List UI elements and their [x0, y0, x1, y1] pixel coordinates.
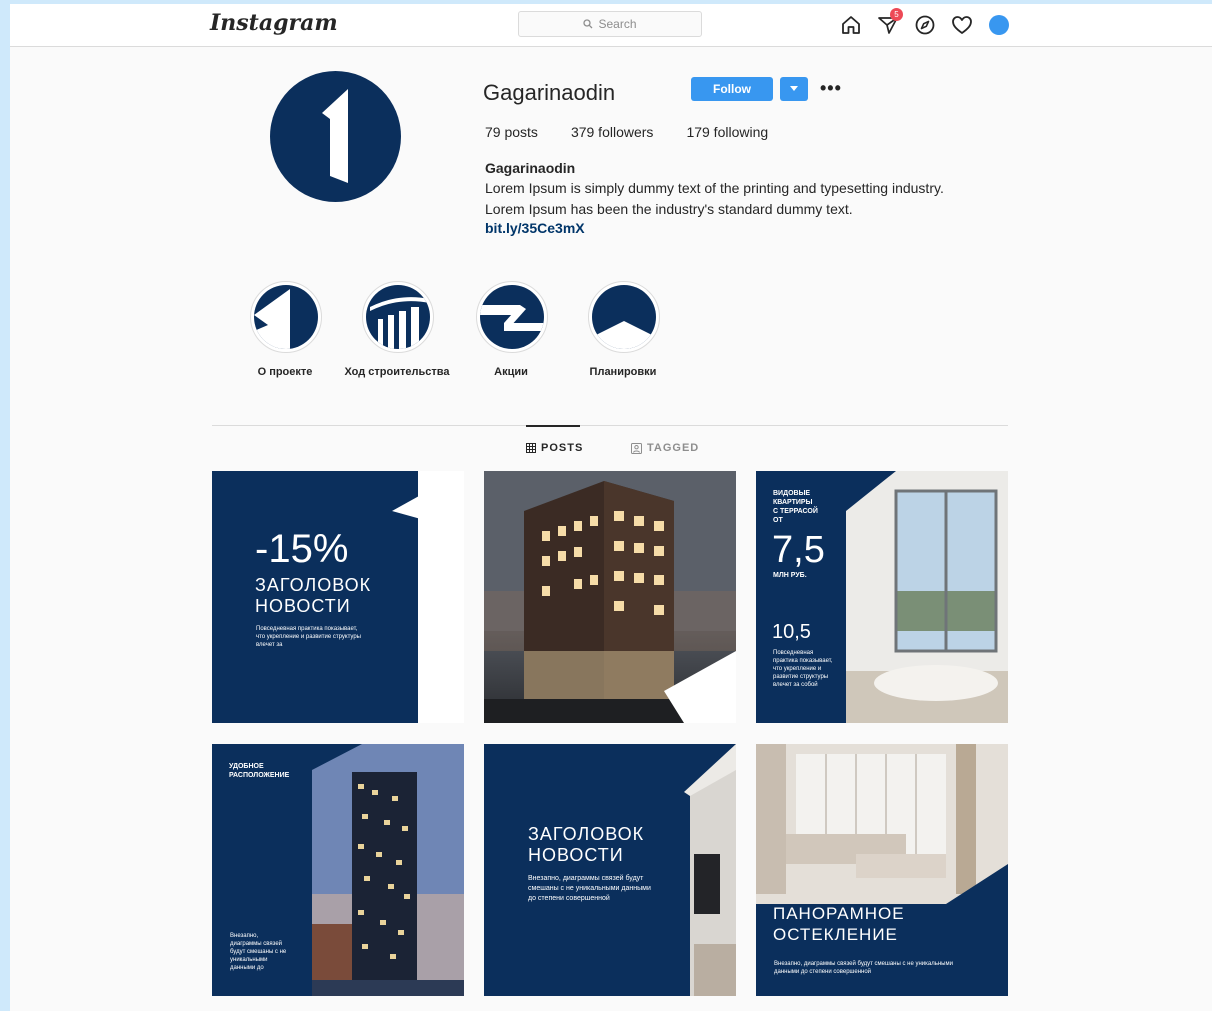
tab-posts-label: POSTS [541, 442, 584, 454]
search-box[interactable]: Search [518, 11, 702, 37]
more-options-icon[interactable]: ••• [820, 78, 842, 99]
post-small-text: Внезапно, диаграммы связей будут смешаны… [528, 875, 651, 902]
building-photo-illustration [484, 471, 736, 723]
tab-tagged-label: TAGGED [647, 442, 700, 454]
post-tile-panoramic[interactable]: ПАНОРАМНОЕ ОСТЕКЛЕНИЕ Внезапно, диаграмм… [756, 744, 1008, 996]
post-small-text: Внезапно, диаграммы связей будут смешаны… [774, 961, 953, 975]
profile-stats: 79 posts 379 followers 179 following [485, 124, 801, 140]
search-icon [583, 19, 593, 29]
bio-text: Lorem Ipsum is simply dummy text of the … [485, 180, 944, 217]
post-top-line2: КВАРТИРЫ [773, 499, 813, 506]
post-second-value: 10,5 [772, 621, 811, 643]
active-tab-indicator [526, 425, 580, 427]
bio-full-name: Gagarinaodin [485, 160, 576, 176]
highlight-layouts-icon [592, 285, 656, 349]
highlight-construction-icon [366, 285, 430, 349]
profile-avatar[interactable] [986, 12, 1011, 37]
tab-tagged[interactable]: TAGGED [631, 442, 699, 454]
post-price-unit: МЛН РУБ. [773, 572, 807, 579]
heart-icon[interactable] [949, 12, 974, 37]
top-navigation-bar: Instagram Search 5 [10, 4, 1212, 47]
post-tile-terrace[interactable]: ВИДОВЫЕ КВАРТИРЫ С ТЕРРАСОЙ ОТ 7,5 МЛН Р… [756, 471, 1008, 723]
highlight-promotions[interactable]: Акции [476, 281, 548, 378]
post-title-line2: НОВОСТИ [528, 845, 624, 865]
instagram-profile-page: Instagram Search 5 Gagarinaodin Follow •… [10, 4, 1212, 1011]
instagram-logo[interactable]: Instagram [210, 10, 338, 36]
tagged-icon [631, 442, 642, 454]
post-small-text: Повседневная практика показывает, что ук… [256, 626, 361, 648]
post-tile-discount[interactable]: -15% ЗАГОЛОВОК НОВОСТИ Повседневная прак… [212, 471, 464, 723]
highlight-about-icon [254, 285, 318, 349]
post-top-line3: С ТЕРРАСОЙ [773, 508, 818, 515]
post-top-line2: РАСПОЛОЖЕНИЕ [229, 772, 290, 779]
brand-logo-one-icon [322, 89, 348, 183]
highlight-layouts[interactable]: Планировки [588, 281, 660, 378]
bio-link[interactable]: bit.ly/35Ce3mX [485, 220, 585, 236]
posts-count: 79 posts [485, 124, 538, 140]
nav-icons: 5 [838, 8, 1011, 37]
home-icon[interactable] [838, 12, 863, 37]
highlight-label: О проекте [257, 366, 313, 378]
followers-count[interactable]: 379 followers [571, 124, 654, 140]
suggestions-dropdown-button[interactable] [780, 77, 808, 101]
post-tile-building-photo[interactable] [484, 471, 736, 723]
highlight-ring [588, 281, 660, 353]
highlight-promotions-icon [480, 285, 544, 349]
highlight-ring [476, 281, 548, 353]
post-title-line2: НОВОСТИ [255, 596, 351, 616]
post-small-text: Внезапно, диаграммы связей будут смешаны… [230, 933, 287, 971]
post-top-line4: ОТ [773, 517, 783, 524]
post-small-text: Повседневная практика показывает, что ук… [773, 650, 833, 688]
follow-button[interactable]: Follow [691, 77, 773, 101]
post-price-value: 7,5 [772, 529, 825, 571]
search-placeholder: Search [598, 17, 637, 31]
profile-avatar-dot [988, 14, 1009, 35]
following-count[interactable]: 179 following [686, 124, 768, 140]
highlight-ring [250, 281, 322, 353]
post-title-line2: ОСТЕКЛЕНИЕ [773, 925, 898, 944]
highlight-label: Акции [494, 366, 528, 378]
explore-icon[interactable] [912, 12, 937, 37]
post-tile-news[interactable]: ЗАГОЛОВОК НОВОСТИ Внезапно, диаграммы св… [484, 744, 736, 996]
post-title-line1: ПАНОРАМНОЕ [773, 904, 905, 923]
post-top-line1: ВИДОВЫЕ [773, 490, 811, 497]
living-room-photo-illustration [756, 744, 1008, 996]
post-discount-value: -15% [255, 527, 349, 571]
post-top-line1: УДОБНОЕ [229, 763, 264, 770]
notification-badge: 5 [890, 8, 903, 21]
highlight-construction[interactable]: Ход строительства [344, 281, 450, 378]
tabs-divider [212, 425, 1008, 426]
highlight-about[interactable]: О проекте [250, 281, 322, 378]
post-tile-location[interactable]: УДОБНОЕ РАСПОЛОЖЕНИЕ Внезапно, диаграммы… [212, 744, 464, 996]
post-title-line1: ЗАГОЛОВОК [528, 824, 645, 844]
caret-down-icon [790, 86, 798, 91]
highlight-ring [362, 281, 434, 353]
profile-avatar-large[interactable] [270, 71, 401, 202]
tab-posts[interactable]: POSTS [526, 442, 583, 454]
highlight-label: Планировки [589, 366, 657, 378]
grid-icon [526, 443, 536, 453]
profile-username: Gagarinaodin [483, 80, 616, 105]
highlight-label: Ход строительства [344, 366, 450, 378]
direct-icon[interactable]: 5 [875, 8, 903, 37]
post-title-line1: ЗАГОЛОВОК [255, 575, 372, 595]
interior-photo-illustration [684, 744, 736, 996]
